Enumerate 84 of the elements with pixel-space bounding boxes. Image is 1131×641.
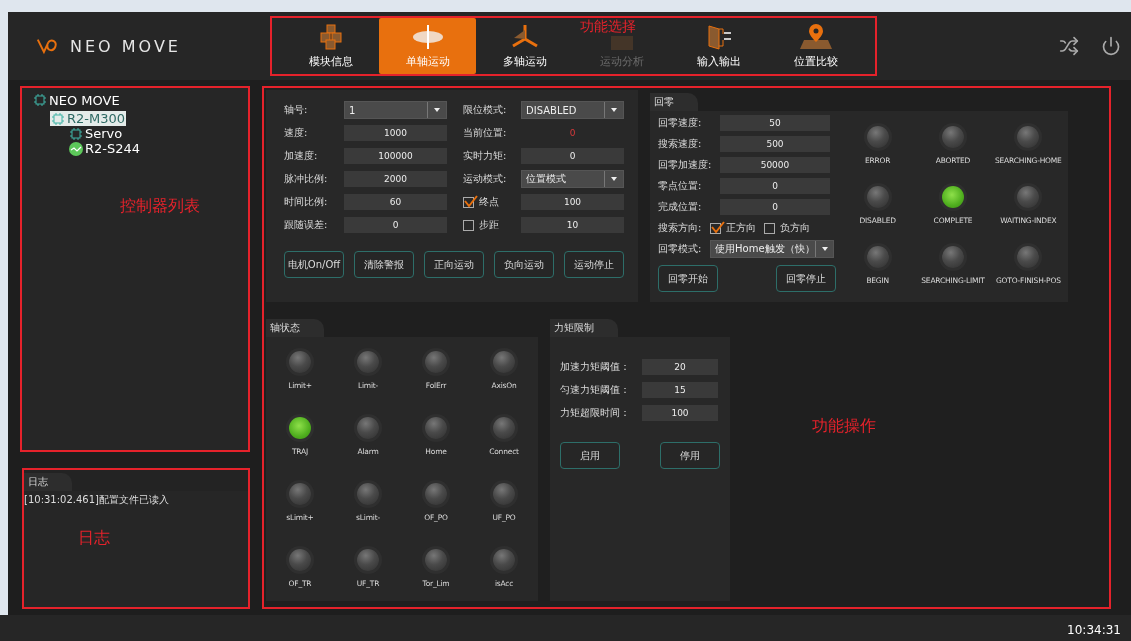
number-field[interactable]: 0	[521, 148, 624, 164]
field-label: 时间比例:	[284, 195, 329, 209]
number-field[interactable]: 15	[642, 382, 718, 398]
number-field[interactable]: 2000	[344, 171, 447, 187]
field-label: 匀速力矩阈值：	[560, 383, 631, 397]
field-label: 轴号:	[284, 103, 309, 117]
dropdown[interactable]: 位置模式	[521, 170, 624, 188]
field-label: 运动模式:	[463, 172, 508, 186]
action-button[interactable]: 正向运动	[424, 251, 484, 278]
tree-item[interactable]: R2-S244	[68, 141, 142, 156]
tree-item[interactable]: NEO MOVE	[32, 92, 121, 108]
action-button[interactable]: 运动停止	[564, 251, 624, 278]
checkbox[interactable]	[764, 222, 775, 234]
logo-icon	[36, 37, 58, 55]
annotation-label: 日志	[78, 528, 110, 549]
annotation-label: 控制器列表	[120, 196, 200, 217]
signal-icon	[69, 141, 83, 156]
field-label: 跟随误差:	[284, 218, 329, 232]
number-field[interactable]: 50000	[720, 157, 830, 173]
checkbox-label: 负方向	[780, 221, 810, 235]
dropdown[interactable]: DISABLED	[521, 101, 624, 119]
panel-tab[interactable]: 力矩限制	[550, 319, 618, 337]
number-field[interactable]: 0	[720, 178, 830, 194]
number-field[interactable]: 0	[720, 199, 830, 215]
field-label: 回零速度:	[658, 116, 703, 130]
action-button[interactable]: 启用	[560, 442, 620, 469]
field-label: 搜索方向:	[658, 221, 703, 235]
clock-time: 10:34:31	[1067, 623, 1121, 637]
tree-item[interactable]: R2-M300	[50, 111, 127, 126]
action-button[interactable]: 清除警报	[354, 251, 414, 278]
annotation-label: 功能操作	[812, 416, 876, 437]
dropdown[interactable]: 1	[344, 101, 447, 119]
door-icon	[705, 24, 734, 50]
field-label: 完成位置:	[658, 200, 703, 214]
dropdown[interactable]: 使用Home触发（快）	[710, 240, 834, 258]
field-label: 搜索速度:	[658, 137, 703, 151]
number-field[interactable]: 0	[344, 217, 447, 233]
field-label: 力矩超限时间：	[560, 406, 631, 420]
nav-tab[interactable]: 位置比较	[767, 18, 866, 74]
field-label: 脉冲比例:	[284, 172, 329, 186]
number-field[interactable]: 1000	[344, 125, 447, 141]
checkbox-label: 终点	[479, 195, 499, 209]
action-button[interactable]: 负向运动	[494, 251, 554, 278]
number-field[interactable]: 10	[521, 217, 624, 233]
position-value: 0	[568, 128, 577, 138]
nav-tab[interactable]: 输入输出	[670, 18, 768, 74]
annotation-label: 功能选择	[580, 18, 636, 35]
action-button[interactable]: 回零开始	[658, 265, 718, 292]
shuffle-icon[interactable]	[1059, 36, 1079, 56]
number-field[interactable]: 20	[642, 359, 718, 375]
checkbox-label: 正方向	[726, 221, 756, 235]
field-label: 速度:	[284, 126, 309, 140]
checkbox-label: 步距	[479, 218, 499, 232]
app-title: NEO MOVE	[70, 36, 181, 56]
panel-tab[interactable]: 轴状态	[266, 319, 324, 337]
nav-tab[interactable]: 模块信息	[282, 18, 380, 74]
map-pin-icon	[798, 24, 835, 50]
checkbox[interactable]	[463, 219, 474, 231]
field-label: 回零加速度:	[658, 158, 713, 172]
action-button[interactable]: 回零停止	[776, 265, 836, 292]
chip-icon	[51, 111, 65, 126]
chip-icon	[69, 126, 83, 141]
number-field[interactable]: 100	[521, 194, 624, 210]
field-label: 加速度:	[284, 149, 319, 163]
field-label: 零点位置:	[658, 179, 703, 193]
power-icon[interactable]	[1101, 36, 1121, 56]
field-label: 加速力矩阈值：	[560, 360, 631, 374]
nav-tab[interactable]: 多轴运动	[476, 18, 574, 74]
field-label: 实时力矩:	[463, 149, 508, 163]
number-field[interactable]: 50	[720, 115, 830, 131]
number-field[interactable]: 100000	[344, 148, 447, 164]
panel-tab[interactable]: 回零	[650, 93, 698, 111]
action-button[interactable]: 电机On/Off	[284, 251, 344, 278]
log-line: [10:31:02.461]配置文件已读入	[24, 493, 170, 507]
number-field[interactable]: 60	[344, 194, 447, 210]
tree-item[interactable]: Servo	[68, 126, 124, 141]
field-label: 回零模式:	[658, 242, 703, 256]
field-label: 限位模式:	[463, 103, 508, 117]
panel-tab[interactable]: 日志	[24, 473, 72, 491]
action-button[interactable]: 停用	[660, 442, 720, 469]
field-label: 当前位置:	[463, 126, 508, 140]
number-field[interactable]: 500	[720, 136, 830, 152]
chip-icon	[33, 93, 47, 107]
number-field[interactable]: 100	[642, 405, 718, 421]
